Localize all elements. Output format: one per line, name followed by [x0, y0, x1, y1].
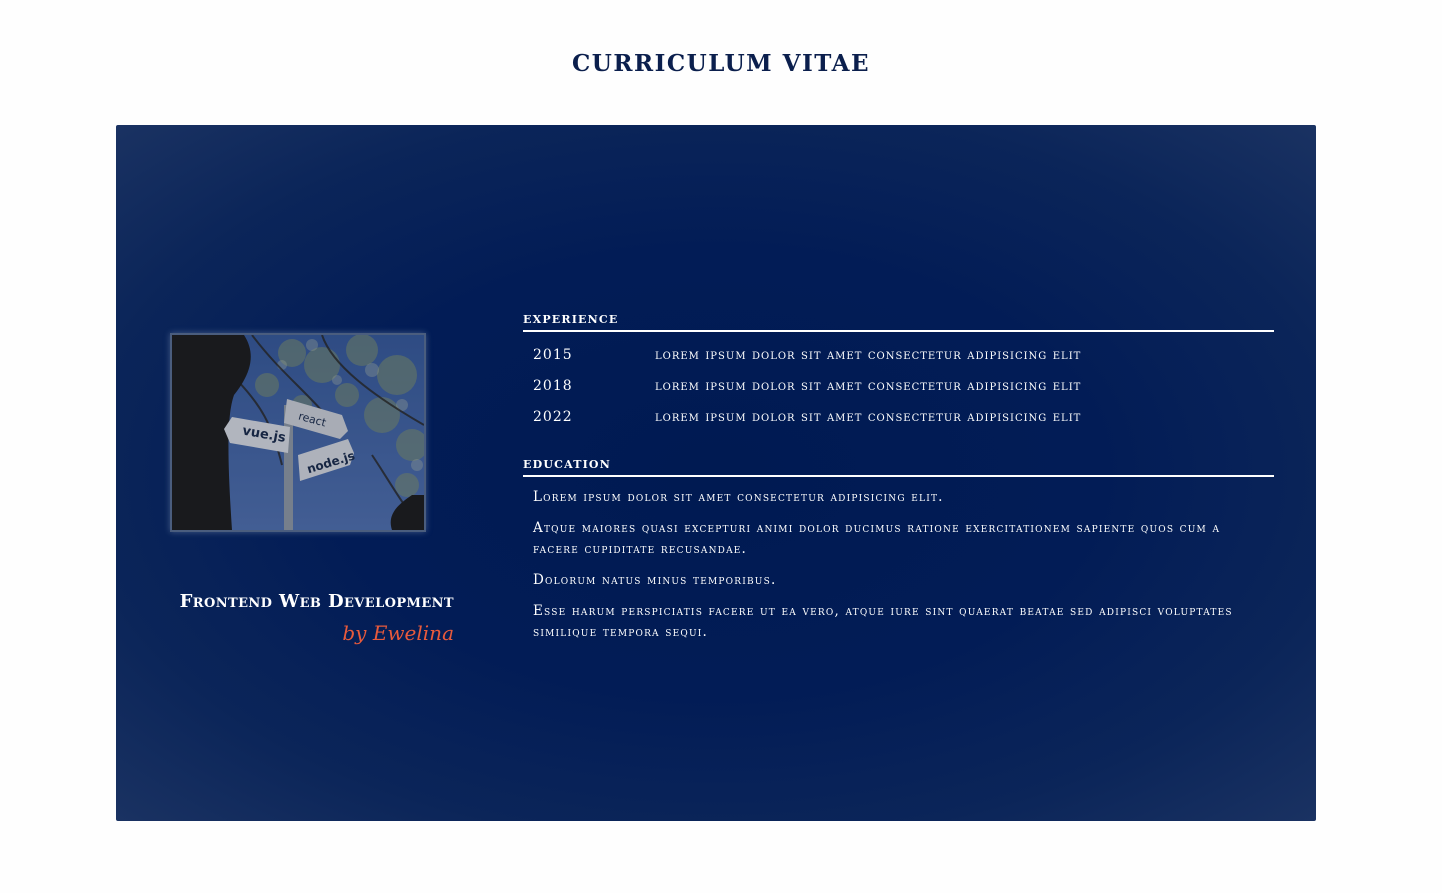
author-signature: by Ewelina: [342, 621, 454, 645]
cv-card: vue.js react node.js Frontend Web Develo…: [116, 125, 1316, 821]
education-item: Dolorum natus minus temporibus.: [533, 572, 777, 588]
education-item: Lorem ipsum dolor sit amet consectetur a…: [533, 489, 944, 505]
signpost-photo-icon: vue.js react node.js: [172, 335, 424, 530]
experience-year: 2015: [533, 347, 573, 363]
experience-year: 2022: [533, 409, 573, 425]
profile-photo: vue.js react node.js: [170, 333, 426, 532]
education-item: Atque maiores quasi excepturi animi dolo…: [533, 520, 1221, 557]
experience-text: Lorem ipsum dolor sit amet consectetur a…: [655, 378, 1082, 394]
experience-row: 2022 Lorem ipsum dolor sit amet consecte…: [523, 402, 1274, 433]
education-section: education Lorem ipsum dolor sit amet con…: [523, 453, 1274, 653]
role-title: Frontend Web Development: [179, 591, 454, 612]
experience-text: Lorem ipsum dolor sit amet consectetur a…: [655, 347, 1082, 363]
experience-year: 2018: [533, 378, 573, 394]
experience-text: Lorem ipsum dolor sit amet consectetur a…: [655, 409, 1082, 425]
experience-heading: experience: [523, 308, 1274, 332]
education-list: Lorem ipsum dolor sit amet consectetur a…: [523, 487, 1274, 643]
page-title: CURRICULUM VITAE: [572, 50, 870, 77]
experience-row: 2018 Lorem ipsum dolor sit amet consecte…: [523, 371, 1274, 402]
experience-section: experience 2015 Lorem ipsum dolor sit am…: [523, 308, 1274, 433]
education-heading: education: [523, 453, 1274, 477]
education-item: Esse harum perspiciatis facere ut ea ver…: [533, 603, 1233, 640]
experience-row: 2015 Lorem ipsum dolor sit amet consecte…: [523, 340, 1274, 371]
